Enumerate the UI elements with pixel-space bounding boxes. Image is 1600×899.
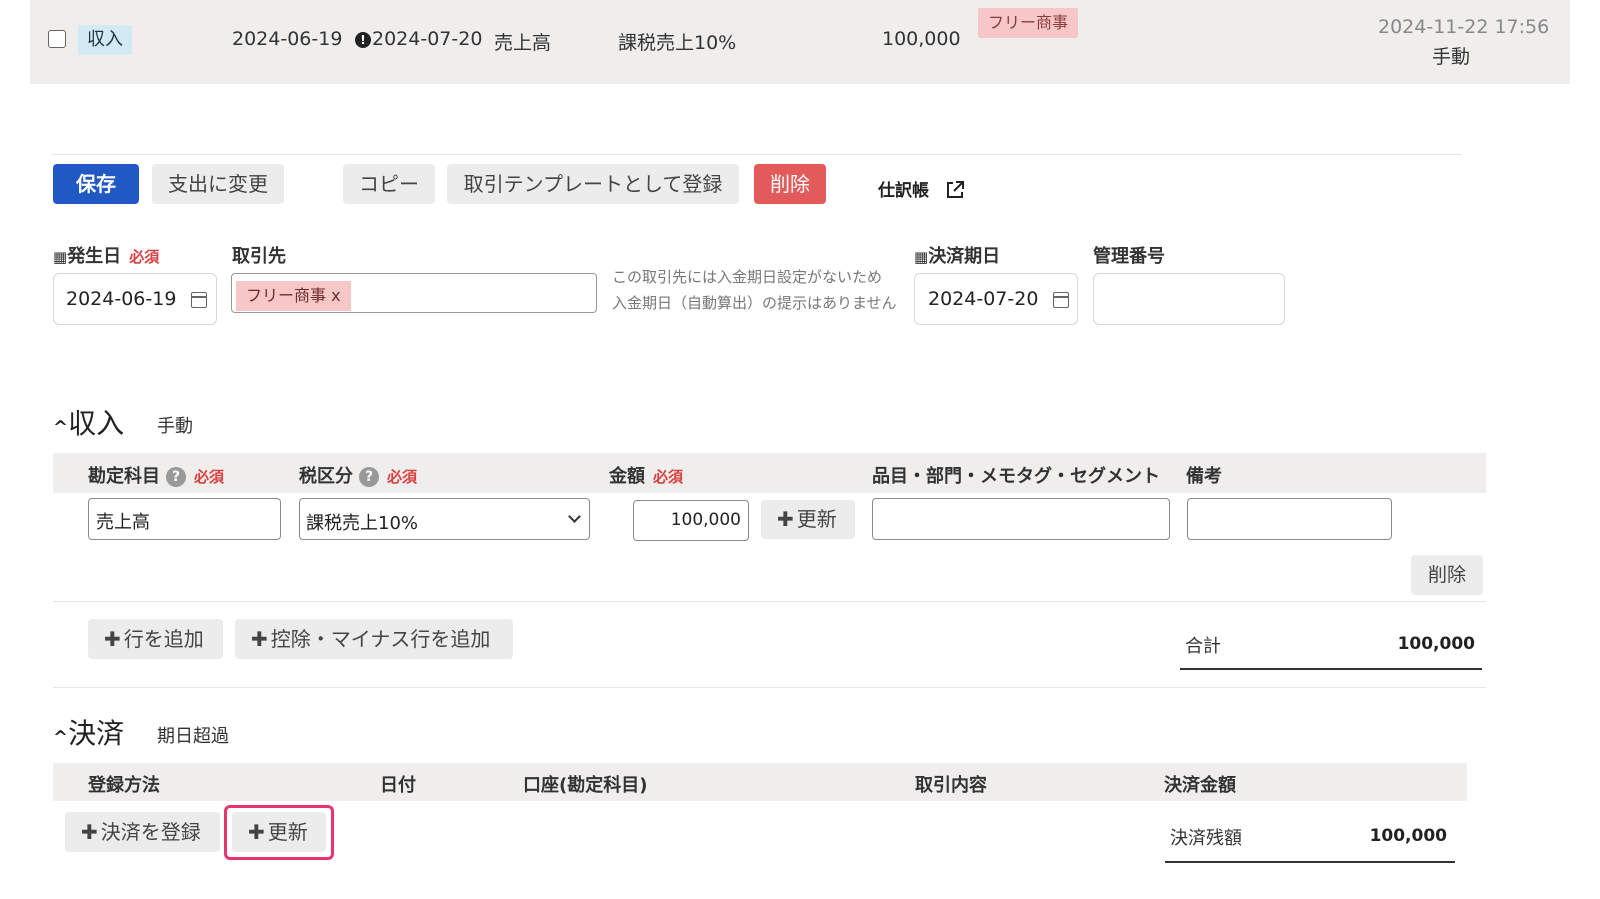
- help-icon[interactable]: ?: [166, 467, 186, 487]
- row-tax-category: 課税売上10%: [618, 32, 737, 54]
- register-settlement-button[interactable]: ✚ 決済を登録: [65, 812, 220, 852]
- header-account-text: 勘定科目: [88, 466, 160, 487]
- partner-note-line1: この取引先には入金期日設定がないため: [612, 268, 883, 286]
- total-underline: [1180, 668, 1482, 670]
- journal-link-label: 仕訳帳: [878, 181, 929, 201]
- issue-date-value: 2024-06-19: [66, 288, 177, 310]
- journal-link[interactable]: 仕訳帳: [878, 176, 965, 201]
- settlement-section-toggle[interactable]: ^決済: [53, 712, 124, 752]
- balance-value: 100,000: [1369, 826, 1447, 846]
- calendar-icon: ▦: [53, 248, 68, 266]
- due-date-label-text: 決済期日: [928, 246, 1001, 267]
- divider: [53, 687, 1486, 688]
- settlement-table-header: [53, 763, 1467, 801]
- type-tag: 収入: [78, 25, 132, 55]
- save-button[interactable]: 保存: [53, 164, 139, 204]
- settlement-section-subtitle: 期日超過: [157, 726, 229, 747]
- calendar-icon[interactable]: [1053, 292, 1069, 308]
- divider: [52, 154, 1462, 155]
- row-due-date: ! 2024-07-20: [355, 28, 482, 50]
- total-label: 合計: [1185, 636, 1221, 657]
- plus-icon: ✚: [104, 627, 121, 651]
- chevron-up-icon: ^: [53, 727, 69, 748]
- header-tax: 税区分? 必須: [299, 462, 417, 488]
- header-account: 勘定科目? 必須: [88, 462, 224, 488]
- required-badge: 必須: [387, 468, 418, 486]
- add-row-button[interactable]: ✚ 行を追加: [88, 619, 223, 659]
- header-settle-account: 口座(勘定科目): [523, 775, 648, 796]
- change-to-expense-button[interactable]: 支出に変更: [152, 164, 284, 204]
- partner-note-line2: 入金期日（自動算出）の提示はありません: [612, 294, 897, 312]
- add-row-label: 行を追加: [123, 627, 204, 651]
- plus-icon: ✚: [777, 507, 794, 531]
- row-due-date-text: 2024-07-20: [372, 28, 483, 50]
- row-issue-date: 2024-06-19: [232, 28, 343, 50]
- settlement-update-label: 更新: [267, 820, 308, 844]
- header-settle-amount: 決済金額: [1164, 775, 1236, 796]
- account-input-value: 売上高: [96, 512, 150, 533]
- add-minus-row-label: 控除・マイナス行を追加: [270, 627, 491, 651]
- income-section-toggle[interactable]: ^収入: [53, 402, 124, 442]
- copy-button[interactable]: コピー: [343, 164, 435, 204]
- row-account: 売上高: [494, 32, 552, 54]
- tax-select-value: 課税売上10%: [306, 513, 419, 534]
- divider: [53, 601, 1486, 602]
- add-minus-row-button[interactable]: ✚ 控除・マイナス行を追加: [235, 619, 513, 659]
- due-date-value: 2024-07-20: [928, 288, 1039, 310]
- remarks-input[interactable]: [1187, 498, 1392, 540]
- balance-underline: [1165, 861, 1455, 863]
- issue-date-label: ▦発生日 必須: [53, 242, 159, 268]
- header-method: 登録方法: [88, 775, 160, 796]
- header-date: 日付: [380, 775, 416, 796]
- settlement-section-title: 決済: [68, 717, 125, 750]
- row-amount: 100,000: [882, 28, 961, 50]
- overdue-alert-icon: !: [355, 32, 371, 48]
- items-input[interactable]: [872, 498, 1170, 540]
- plus-icon: ✚: [251, 627, 268, 651]
- income-section-title: 収入: [68, 407, 125, 440]
- income-section-subtitle: 手動: [157, 416, 193, 437]
- header-description: 取引内容: [915, 775, 987, 796]
- header-remarks: 備考: [1186, 466, 1222, 487]
- balance-label: 決済残額: [1170, 828, 1242, 849]
- external-link-icon: [946, 181, 964, 198]
- register-template-button[interactable]: 取引テンプレートとして登録: [447, 164, 739, 204]
- plus-icon: ✚: [248, 820, 265, 844]
- row-updated-at: 2024-11-22 17:56: [1378, 16, 1550, 38]
- management-no-label: 管理番号: [1093, 246, 1165, 267]
- row-checkbox[interactable]: [48, 30, 66, 48]
- settlement-update-button[interactable]: ✚ 更新: [232, 812, 326, 852]
- delete-button[interactable]: 削除: [754, 164, 826, 204]
- income-table-header: [53, 453, 1486, 493]
- required-badge: 必須: [653, 468, 684, 486]
- amount-input-value: 100,000: [670, 510, 741, 530]
- row-partner-tag: フリー商事: [978, 8, 1079, 38]
- total-value: 100,000: [1397, 634, 1475, 654]
- issue-date-label-text: 発生日: [67, 246, 122, 267]
- register-settlement-label: 決済を登録: [100, 820, 201, 844]
- plus-icon: ✚: [81, 820, 98, 844]
- header-amount-text: 金額: [609, 466, 645, 487]
- row-input-method: 手動: [1432, 46, 1471, 68]
- row-delete-button[interactable]: 削除: [1411, 555, 1483, 595]
- management-no-input[interactable]: [1093, 273, 1285, 325]
- header-amount: 金額 必須: [609, 462, 683, 488]
- partner-chip[interactable]: フリー商事 x: [236, 281, 351, 311]
- header-items: 品目・部門・メモタグ・セグメント: [872, 466, 1160, 487]
- help-icon[interactable]: ?: [359, 467, 379, 487]
- calendar-icon[interactable]: [191, 292, 207, 308]
- required-badge: 必須: [194, 468, 225, 486]
- amount-update-button[interactable]: ✚ 更新: [761, 500, 855, 539]
- calendar-icon: ▦: [914, 248, 929, 266]
- header-tax-text: 税区分: [299, 466, 353, 487]
- chevron-up-icon: ^: [53, 417, 69, 438]
- due-date-label: ▦決済期日: [914, 242, 1000, 268]
- amount-update-label: 更新: [796, 507, 837, 531]
- required-badge: 必須: [129, 248, 160, 266]
- partner-label: 取引先: [232, 246, 286, 267]
